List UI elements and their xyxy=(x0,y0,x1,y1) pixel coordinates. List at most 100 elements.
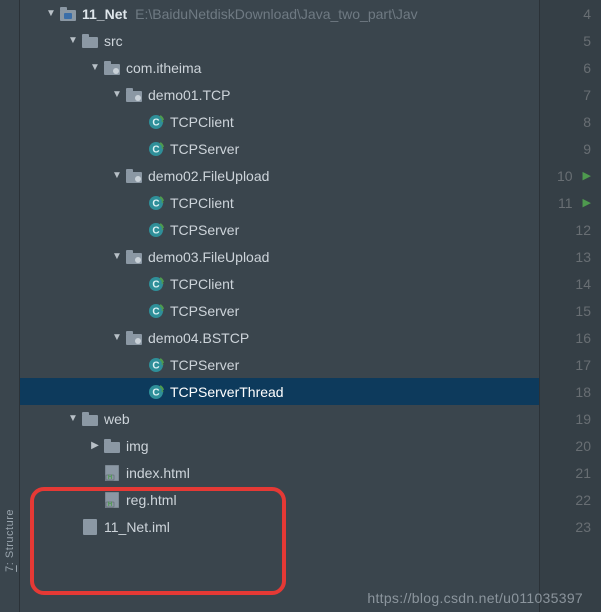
line-number: 13 xyxy=(569,249,591,265)
gutter-row: 21 xyxy=(540,459,601,486)
dir-icon xyxy=(80,412,100,426)
tree-row[interactable]: ▼src xyxy=(20,27,539,54)
watermark: https://blog.csdn.net/u011035397 xyxy=(367,590,583,606)
line-number: 17 xyxy=(569,357,591,373)
class-icon: C xyxy=(146,114,166,130)
class-icon: C xyxy=(146,195,166,211)
tree-row[interactable]: ▼CTCPServer xyxy=(20,216,539,243)
class-icon: C xyxy=(146,222,166,238)
tree-row[interactable]: ▶ img xyxy=(20,432,539,459)
expand-arrow-icon[interactable]: ▼ xyxy=(110,170,124,181)
tree-row[interactable]: ▼CTCPClient xyxy=(20,270,539,297)
tree-row[interactable]: ▼CTCPServer xyxy=(20,297,539,324)
tree-node-label: TCPServerThread xyxy=(170,384,284,400)
tree-node-path: E:\BaiduNetdiskDownload\Java_two_part\Ja… xyxy=(135,6,418,22)
tool-window-label: 7: Structure xyxy=(4,509,16,572)
tree-node-label: TCPClient xyxy=(170,114,234,130)
tree-node-label: web xyxy=(104,411,130,427)
line-number: 6 xyxy=(569,60,591,76)
line-number: 18 xyxy=(569,384,591,400)
expand-arrow-icon[interactable]: ▼ xyxy=(88,62,102,73)
gutter-row: 17 xyxy=(540,351,601,378)
class-icon: C xyxy=(146,276,166,292)
pkg-icon xyxy=(124,250,144,264)
line-number: 19 xyxy=(569,411,591,427)
tree-row[interactable]: ▼Hreg.html xyxy=(20,486,539,513)
tree-node-label: TCPServer xyxy=(170,141,239,157)
expand-arrow-icon[interactable]: ▼ xyxy=(44,8,58,19)
tree-row[interactable]: ▼ demo02.FileUpload xyxy=(20,162,539,189)
tree-row[interactable]: ▼CTCPServer xyxy=(20,351,539,378)
tree-node-label: img xyxy=(126,438,149,454)
tree-row[interactable]: ▼CTCPServerThread xyxy=(20,378,539,405)
expand-arrow-icon[interactable]: ▼ xyxy=(110,89,124,100)
gutter-row: 20 xyxy=(540,432,601,459)
tree-row[interactable]: ▼Hindex.html xyxy=(20,459,539,486)
line-number: 11 xyxy=(551,195,573,211)
pkg-icon xyxy=(124,331,144,345)
tree-node-label: TCPServer xyxy=(170,222,239,238)
tree-node-label: TCPServer xyxy=(170,303,239,319)
line-number: 22 xyxy=(569,492,591,508)
tree-row[interactable]: ▼ web xyxy=(20,405,539,432)
gutter-row: 13 xyxy=(540,243,601,270)
svg-text:C: C xyxy=(152,279,159,290)
gutter-row: 22 xyxy=(540,486,601,513)
svg-text:C: C xyxy=(152,117,159,128)
gutter-row: 12 xyxy=(540,216,601,243)
pkg-icon xyxy=(124,88,144,102)
class-icon: C xyxy=(146,384,166,400)
svg-text:H: H xyxy=(108,475,112,481)
expand-arrow-icon[interactable]: ▼ xyxy=(66,35,80,46)
gutter-row: 10 ▶ xyxy=(540,162,601,189)
tree-row[interactable]: ▼ 11_Net E:\BaiduNetdiskDownload\Java_two_… xyxy=(20,0,539,27)
tree-row[interactable]: ▼CTCPServer xyxy=(20,135,539,162)
gutter-row: 5 xyxy=(540,27,601,54)
tree-row[interactable]: ▼11_Net.iml xyxy=(20,513,539,540)
svg-text:C: C xyxy=(152,360,159,371)
line-number: 8 xyxy=(569,114,591,130)
line-number: 20 xyxy=(569,438,591,454)
tree-row[interactable]: ▼ demo03.FileUpload xyxy=(20,243,539,270)
line-number: 23 xyxy=(569,519,591,535)
gutter-row: 18 xyxy=(540,378,601,405)
expand-arrow-icon[interactable]: ▼ xyxy=(110,251,124,262)
class-icon: C xyxy=(146,357,166,373)
svg-text:C: C xyxy=(152,225,159,236)
tool-window-tab-structure[interactable]: 7: Structure xyxy=(0,0,20,612)
dir-icon xyxy=(80,34,100,48)
expand-arrow-icon[interactable]: ▼ xyxy=(110,332,124,343)
project-tree[interactable]: ▼ 11_Net E:\BaiduNetdiskDownload\Java_two_… xyxy=(20,0,539,612)
line-number: 14 xyxy=(569,276,591,292)
svg-text:C: C xyxy=(152,198,159,209)
tree-node-label: demo02.FileUpload xyxy=(148,168,269,184)
class-icon: C xyxy=(146,303,166,319)
svg-text:C: C xyxy=(152,306,159,317)
tree-node-label: index.html xyxy=(126,465,190,481)
run-gutter-icon[interactable]: ▶ xyxy=(583,169,591,182)
run-gutter-icon[interactable]: ▶ xyxy=(583,196,591,209)
gutter-row: 11 ▶ xyxy=(540,189,601,216)
gutter-row: 23 xyxy=(540,513,601,540)
tree-row[interactable]: ▼com.itheima xyxy=(20,54,539,81)
gutter-row: 15 xyxy=(540,297,601,324)
tree-row[interactable]: ▼demo04.BSTCP xyxy=(20,324,539,351)
pkg-icon xyxy=(124,169,144,183)
line-number: 9 xyxy=(569,141,591,157)
dir-icon xyxy=(102,439,122,453)
tree-row[interactable]: ▼demo01.TCP xyxy=(20,81,539,108)
expand-arrow-icon[interactable]: ▼ xyxy=(66,413,80,424)
tree-node-label: TCPServer xyxy=(170,357,239,373)
tree-row[interactable]: ▼CTCPClient xyxy=(20,189,539,216)
tree-node-label: TCPClient xyxy=(170,195,234,211)
tree-node-label: 11_Net.iml xyxy=(104,519,170,535)
tree-node-label: 11_Net xyxy=(82,6,127,22)
gutter-row: 16 xyxy=(540,324,601,351)
line-number: 10 xyxy=(551,168,573,184)
tree-row[interactable]: ▼CTCPClient xyxy=(20,108,539,135)
gutter-row: 8 xyxy=(540,108,601,135)
expand-arrow-icon[interactable]: ▶ xyxy=(88,440,102,451)
gutter-row: 9 xyxy=(540,135,601,162)
gutter-row: 6 xyxy=(540,54,601,81)
tree-node-label: demo03.FileUpload xyxy=(148,249,269,265)
